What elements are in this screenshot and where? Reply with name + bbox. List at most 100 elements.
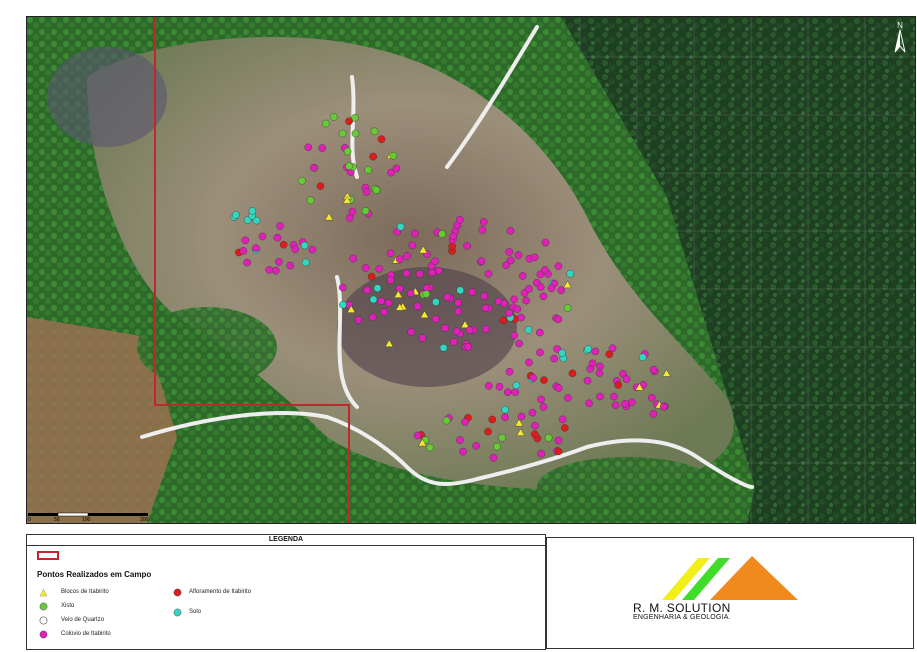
field-point-solo[interactable]: [300, 241, 309, 250]
field-point-xisto[interactable]: [422, 290, 431, 298]
field-point-afloramento[interactable]: [377, 135, 386, 144]
field-point-afloramento[interactable]: [369, 152, 377, 161]
field-point-solo[interactable]: [231, 211, 240, 219]
field-point-coluvio[interactable]: [402, 269, 411, 278]
field-point-solo[interactable]: [369, 295, 378, 304]
field-point-coluvio[interactable]: [273, 233, 282, 242]
field-point-coluvio[interactable]: [241, 236, 250, 245]
field-point-coluvio[interactable]: [554, 436, 563, 445]
field-point-coluvio[interactable]: [554, 315, 563, 324]
field-point-coluvio[interactable]: [464, 343, 472, 351]
field-point-coluvio[interactable]: [517, 412, 526, 421]
field-point-coluvio[interactable]: [510, 295, 518, 304]
field-point-coluvio[interactable]: [511, 388, 520, 396]
field-point-solo[interactable]: [524, 326, 533, 334]
field-point-coluvio[interactable]: [478, 226, 487, 234]
field-point-coluvio[interactable]: [368, 313, 377, 322]
field-point-coluvio[interactable]: [564, 394, 572, 402]
field-point-coluvio[interactable]: [484, 269, 493, 278]
field-point-coluvio[interactable]: [461, 418, 469, 426]
field-point-coluvio[interactable]: [348, 207, 357, 216]
field-point-coluvio[interactable]: [489, 453, 498, 462]
field-point-coluvio[interactable]: [627, 398, 636, 407]
field-point-xisto[interactable]: [306, 196, 315, 205]
field-point-solo[interactable]: [373, 284, 382, 293]
field-point-xisto[interactable]: [351, 129, 360, 138]
field-point-coluvio[interactable]: [530, 253, 539, 262]
field-point-coluvio[interactable]: [525, 358, 533, 367]
field-point-coluvio[interactable]: [610, 392, 618, 401]
field-point-afloramento[interactable]: [488, 415, 497, 424]
field-point-coluvio[interactable]: [415, 270, 424, 278]
field-point-coluvio[interactable]: [591, 347, 600, 356]
field-point-xisto[interactable]: [298, 176, 306, 185]
field-point-coluvio[interactable]: [506, 256, 515, 265]
field-point-coluvio[interactable]: [501, 413, 509, 422]
field-point-coluvio[interactable]: [484, 382, 493, 390]
field-point-coluvio[interactable]: [596, 362, 604, 371]
map-frame[interactable]: [26, 16, 916, 524]
field-point-coluvio[interactable]: [522, 296, 530, 305]
field-point-xisto[interactable]: [364, 166, 373, 174]
field-point-coluvio[interactable]: [482, 325, 490, 333]
field-point-afloramento[interactable]: [554, 447, 563, 456]
field-point-coluvio[interactable]: [500, 299, 508, 308]
field-point-coluvio[interactable]: [465, 326, 474, 334]
field-point-coluvio[interactable]: [449, 338, 458, 346]
field-point-coluvio[interactable]: [505, 309, 514, 317]
field-point-coluvio[interactable]: [361, 264, 370, 272]
field-point-afloramento[interactable]: [540, 376, 548, 384]
field-point-coluvio[interactable]: [505, 248, 514, 256]
field-point-afloramento[interactable]: [484, 427, 492, 436]
field-point-coluvio[interactable]: [554, 262, 563, 270]
field-point-coluvio[interactable]: [431, 257, 439, 266]
field-point-afloramento[interactable]: [605, 350, 614, 359]
field-point-afloramento[interactable]: [448, 242, 456, 251]
field-point-coluvio[interactable]: [386, 249, 395, 257]
field-point-coluvio[interactable]: [252, 244, 260, 253]
field-point-coluvio[interactable]: [647, 394, 656, 402]
field-point-coluvio[interactable]: [431, 315, 440, 323]
field-point-coluvio[interactable]: [510, 331, 518, 340]
field-point-coluvio[interactable]: [308, 245, 317, 254]
field-point-afloramento[interactable]: [499, 316, 508, 325]
field-point-afloramento[interactable]: [316, 182, 325, 190]
field-point-coluvio[interactable]: [558, 415, 567, 424]
field-point-coluvio[interactable]: [456, 215, 464, 224]
field-point-coluvio[interactable]: [239, 247, 248, 255]
field-point-xisto[interactable]: [322, 119, 330, 128]
field-point-coluvio[interactable]: [515, 339, 523, 348]
field-point-coluvio[interactable]: [495, 382, 504, 391]
field-point-coluvio[interactable]: [550, 354, 558, 363]
field-point-coluvio[interactable]: [660, 402, 668, 411]
field-point-coluvio[interactable]: [454, 298, 462, 307]
field-point-coluvio[interactable]: [411, 229, 419, 238]
field-point-coluvio[interactable]: [380, 308, 388, 316]
field-point-coluvio[interactable]: [276, 222, 284, 230]
field-point-coluvio[interactable]: [275, 258, 283, 266]
field-point-coluvio[interactable]: [408, 241, 417, 250]
field-point-coluvio[interactable]: [477, 257, 486, 265]
field-point-coluvio[interactable]: [537, 395, 545, 404]
field-point-coluvio[interactable]: [449, 232, 458, 241]
field-point-solo[interactable]: [248, 207, 257, 215]
field-point-afloramento[interactable]: [560, 424, 569, 432]
field-point-xisto[interactable]: [329, 113, 338, 121]
field-point-coluvio[interactable]: [363, 286, 372, 294]
field-point-coluvio[interactable]: [505, 367, 514, 376]
field-point-coluvio[interactable]: [362, 188, 371, 196]
field-point-coluvio[interactable]: [541, 266, 549, 274]
field-point-coluvio[interactable]: [413, 431, 422, 440]
field-point-coluvio[interactable]: [536, 283, 545, 291]
field-point-coluvio[interactable]: [583, 376, 592, 385]
field-point-xisto[interactable]: [426, 443, 434, 452]
field-point-coluvio[interactable]: [428, 268, 436, 277]
field-point-xisto[interactable]: [343, 147, 352, 156]
field-point-solo[interactable]: [512, 381, 521, 390]
field-point-coluvio[interactable]: [513, 305, 522, 313]
field-point-coluvio[interactable]: [506, 227, 515, 235]
field-point-coluvio[interactable]: [418, 334, 427, 342]
field-point-coluvio[interactable]: [318, 144, 327, 152]
field-point-coluvio[interactable]: [472, 442, 480, 450]
field-point-xisto[interactable]: [498, 434, 506, 442]
